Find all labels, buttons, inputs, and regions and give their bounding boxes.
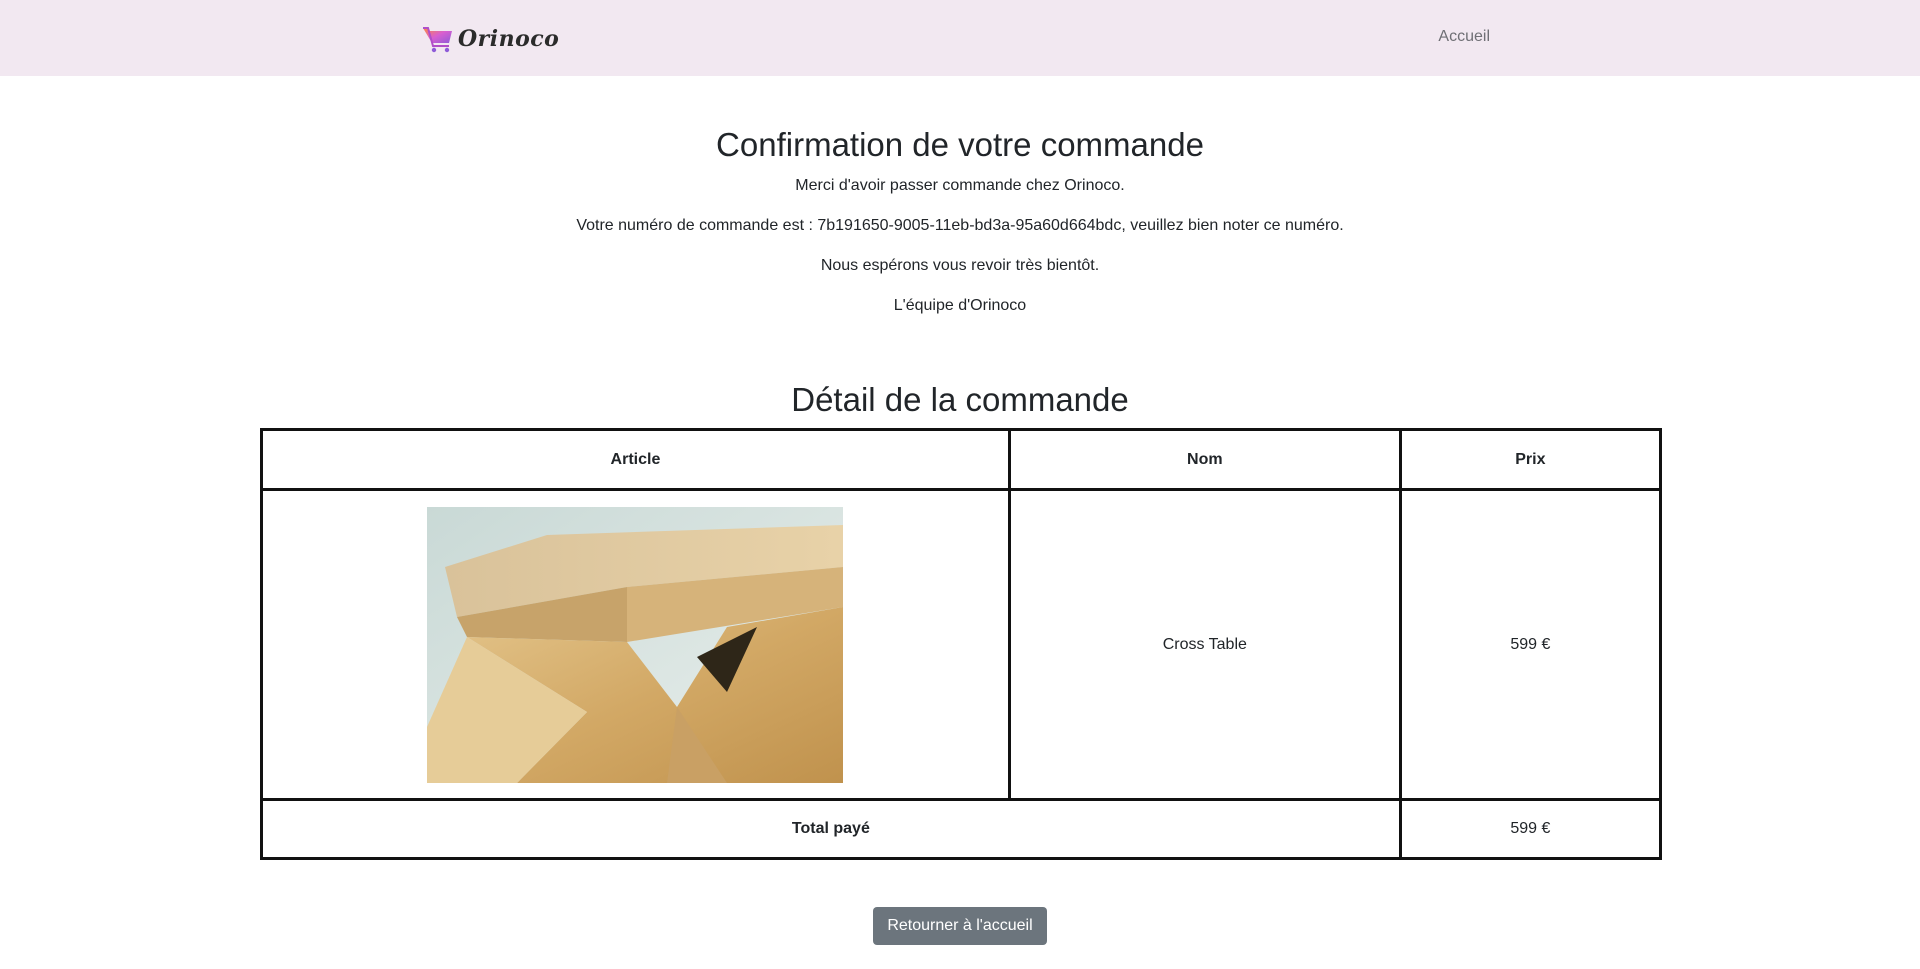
total-label: Total payé xyxy=(260,798,1402,860)
column-header-prix: Prix xyxy=(1398,428,1663,491)
brand-logo-link[interactable]: Orinoco xyxy=(422,24,559,54)
table-row: Cross Table 599 € xyxy=(260,488,1663,801)
table-header-row: Article Nom Prix xyxy=(260,428,1663,491)
column-header-article: Article xyxy=(260,428,1011,491)
article-cell xyxy=(260,488,1011,801)
nav-link-home[interactable]: Accueil xyxy=(1438,28,1490,46)
order-number-text: Votre numéro de commande est : 7b191650-… xyxy=(576,217,1344,234)
column-header-nom: Nom xyxy=(1007,428,1402,491)
order-detail-title: Détail de la commande xyxy=(791,381,1129,418)
total-row: Total payé 599 € xyxy=(260,798,1663,860)
product-image xyxy=(427,506,844,783)
see-you-text: Nous espérons vous revoir très bientôt. xyxy=(820,257,1100,274)
order-table: Article Nom Prix Cross Table 599 € Total… xyxy=(260,428,1663,860)
navbar: Orinoco Accueil xyxy=(0,0,1920,76)
thanks-text: Merci d'avoir passer commande chez Orino… xyxy=(795,177,1125,194)
total-value: 599 € xyxy=(1398,798,1663,860)
product-name-cell: Cross Table xyxy=(1007,488,1402,801)
confirmation-title: Confirmation de votre commande xyxy=(716,126,1204,163)
back-home-button[interactable]: Retourner à l'accueil xyxy=(873,907,1047,945)
shopping-cart-icon xyxy=(423,27,452,53)
product-price-cell: 599 € xyxy=(1398,488,1663,801)
signature-text: L'équipe d'Orinoco xyxy=(893,297,1027,314)
brand-name: Orinoco xyxy=(458,26,560,52)
